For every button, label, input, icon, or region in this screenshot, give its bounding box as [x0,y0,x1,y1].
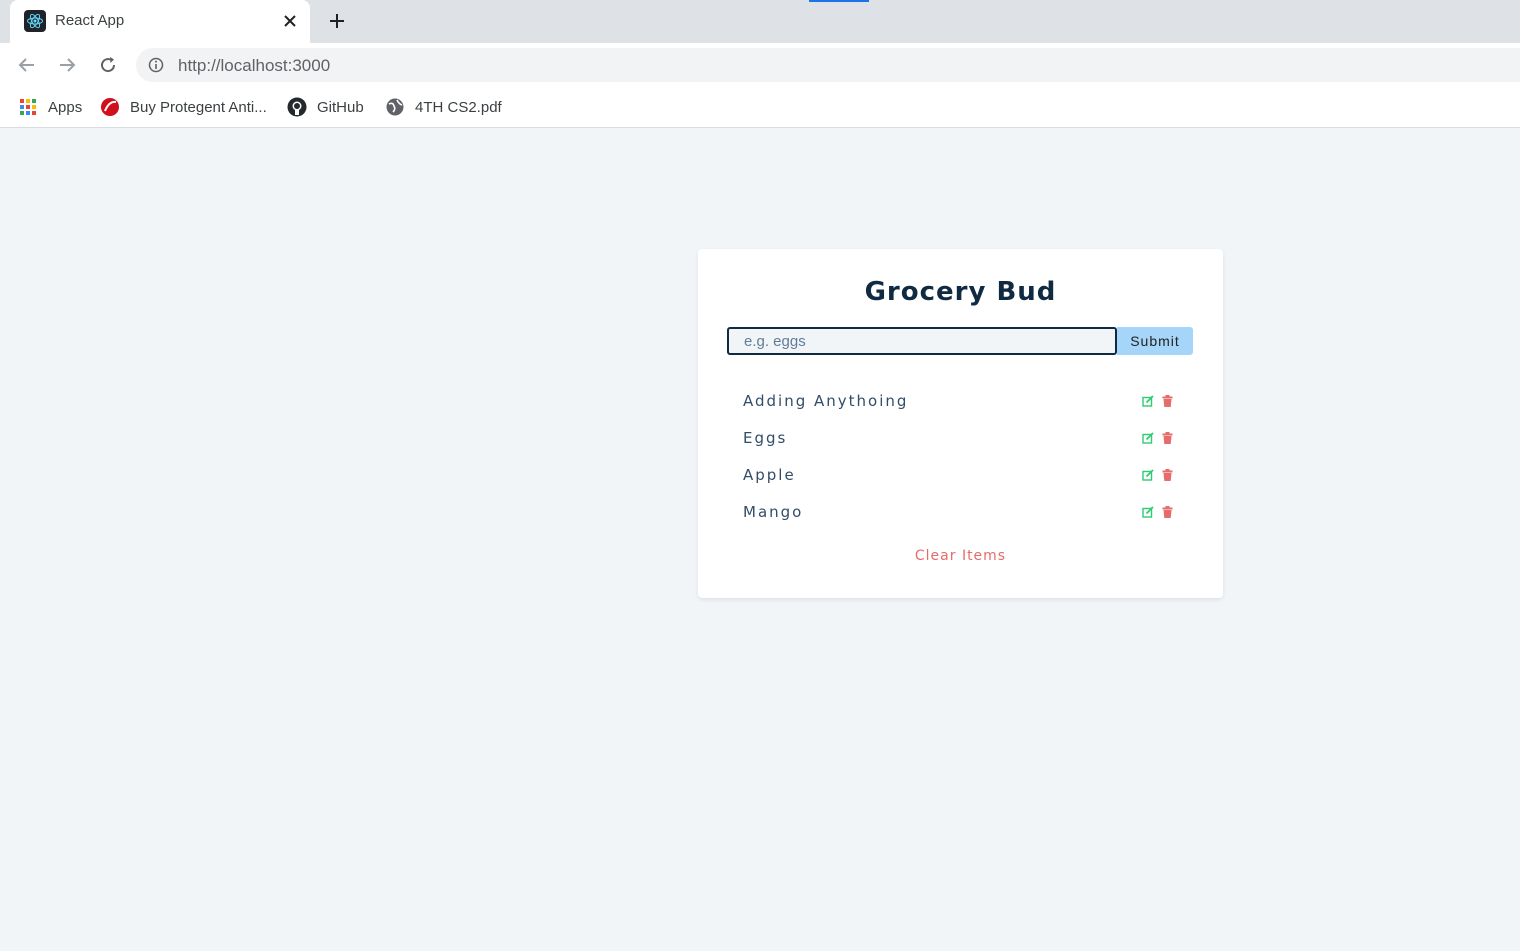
back-arrow-icon[interactable] [15,53,39,77]
tab-strip: React App [0,0,1520,43]
edit-icon[interactable] [1141,394,1155,408]
submit-button[interactable]: Submit [1117,327,1193,355]
url-text: http://localhost:3000 [178,56,331,75]
bookmarks-bar: Apps Buy Protegent Anti... GitHub 4TH CS… [0,87,1520,128]
list-item: Apple [727,457,1193,494]
item-title: Eggs [743,429,788,447]
grocery-card: Grocery Bud Submit Adding Anythoing Eggs… [698,249,1223,598]
edit-icon[interactable] [1141,468,1155,482]
plus-icon[interactable] [326,10,348,32]
trash-icon[interactable] [1160,394,1174,408]
list-item: Eggs [727,420,1193,457]
bookmark-protegent[interactable]: Buy Protegent Anti... [100,96,267,118]
grocery-input[interactable] [727,327,1117,355]
react-logo-icon [24,10,46,32]
globe-icon [385,97,405,117]
bookmark-pdf[interactable]: 4TH CS2.pdf [385,96,502,118]
item-title: Adding Anythoing [743,392,909,410]
tab-react-app[interactable]: React App [10,0,310,43]
list-item: Adding Anythoing [727,383,1193,420]
protegent-icon [100,97,120,117]
browser-toolbar: http://localhost:3000 [0,43,1520,87]
info-icon[interactable] [148,57,164,73]
trash-icon[interactable] [1160,468,1174,482]
edit-icon[interactable] [1141,505,1155,519]
list-item: Mango [727,494,1193,531]
bookmark-apps[interactable]: Apps [18,96,82,118]
address-bar[interactable]: http://localhost:3000 [136,48,1520,82]
reload-icon[interactable] [96,53,120,77]
bookmark-github[interactable]: GitHub [287,96,364,118]
trash-icon[interactable] [1160,505,1174,519]
page-title: Grocery Bud [864,277,1057,307]
bookmark-label: Apps [48,98,83,116]
github-icon [287,97,307,117]
apps-grid-icon [18,97,38,117]
tab-title: React App [55,12,125,29]
item-title: Mango [743,503,804,521]
bookmark-label: Buy Protegent Anti... [130,98,267,116]
edit-icon[interactable] [1141,431,1155,445]
grocery-list: Adding Anythoing Eggs Apple Mango [727,383,1193,531]
trash-icon[interactable] [1160,431,1174,445]
bookmark-label: 4TH CS2.pdf [415,98,502,116]
forward-arrow-icon[interactable] [55,53,79,77]
item-title: Apple [743,466,796,484]
tab-strip-indicator [809,0,869,2]
close-icon[interactable] [279,10,301,32]
bookmark-label: GitHub [317,98,364,116]
clear-items-button[interactable]: Clear Items [698,548,1223,564]
